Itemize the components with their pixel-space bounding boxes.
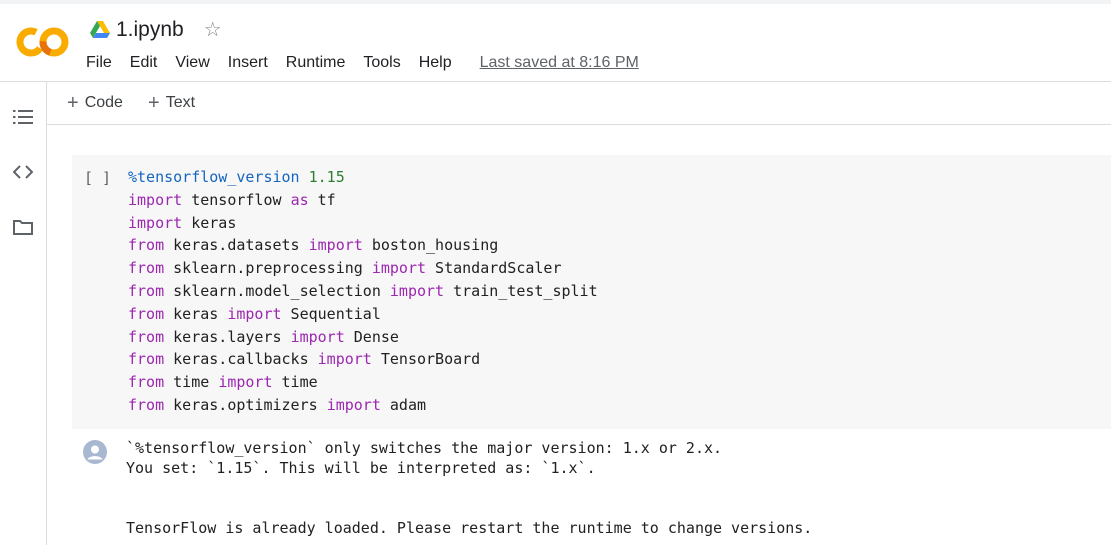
code-token: Sequential: [281, 304, 381, 323]
code-token: time: [164, 373, 219, 392]
code-token: tf: [308, 190, 336, 209]
notebook-title[interactable]: 1.ipynb: [116, 18, 184, 42]
menu-edit[interactable]: Edit: [130, 54, 168, 72]
google-drive-icon[interactable]: [90, 21, 110, 39]
code-token: keras: [182, 213, 237, 232]
code-line: from time import time: [128, 371, 598, 394]
code-line: import keras: [128, 212, 598, 235]
code-line: from keras import Sequential: [128, 303, 598, 326]
menu-insert[interactable]: Insert: [228, 54, 278, 72]
menu-tools[interactable]: Tools: [363, 54, 410, 72]
add-text-label: Text: [165, 94, 196, 111]
colab-logo[interactable]: [16, 26, 70, 58]
output-avatar-icon: [83, 440, 107, 464]
menu-view[interactable]: View: [175, 54, 219, 72]
code-line: from sklearn.model_selection import trai…: [128, 280, 598, 303]
code-token: import: [371, 259, 427, 278]
add-text-button[interactable]: + Text: [148, 93, 195, 113]
code-token: keras.optimizers: [164, 395, 327, 414]
code-line: from keras.datasets import boston_housin…: [128, 234, 598, 257]
code-token: import: [389, 281, 445, 300]
add-code-button[interactable]: + Code: [67, 93, 123, 113]
cell-toolbar: + Code + Text: [47, 82, 1111, 125]
code-token: import: [308, 236, 363, 255]
last-saved-link[interactable]: Last saved at 8:16 PM: [480, 54, 639, 72]
code-token: from: [128, 236, 165, 255]
code-token: import: [326, 395, 381, 414]
code-token: StandardScaler: [426, 259, 562, 278]
code-token: boston_housing: [362, 236, 499, 255]
table-of-contents-icon[interactable]: [11, 105, 35, 129]
menu-file[interactable]: File: [86, 54, 122, 72]
code-token: import: [128, 190, 183, 209]
menu-runtime[interactable]: Runtime: [286, 54, 356, 72]
code-token: from: [128, 373, 165, 392]
code-token: Dense: [344, 327, 399, 346]
code-token: sklearn.preprocessing: [164, 259, 372, 278]
menubar: File Edit View Insert Runtime Tools Help…: [86, 51, 639, 75]
code-editor[interactable]: %tensorflow_version 1.15 import tensorflo…: [128, 166, 598, 417]
code-line: from keras.optimizers import adam: [128, 394, 598, 417]
header: 1.ipynb ☆ File Edit View Insert Runtime …: [0, 4, 1111, 82]
code-token: as: [290, 190, 309, 209]
code-token: sklearn.model_selection: [164, 281, 390, 300]
add-code-label: Code: [84, 94, 123, 111]
code-token: import: [290, 327, 345, 346]
code-token: from: [128, 259, 165, 278]
plus-icon: +: [67, 92, 79, 114]
code-line: from keras.callbacks import TensorBoard: [128, 348, 598, 371]
code-line: from keras.layers import Dense: [128, 326, 598, 349]
code-token: import: [317, 350, 372, 369]
plus-icon: +: [148, 92, 160, 114]
code-line: %tensorflow_version 1.15: [128, 166, 598, 189]
cell-output: `%tensorflow_version` only switches the …: [126, 439, 813, 537]
code-token: keras.callbacks: [164, 350, 318, 369]
code-token: from: [128, 327, 165, 346]
run-cell-button[interactable]: [ ]: [84, 169, 111, 187]
left-rail: [0, 82, 47, 545]
star-icon[interactable]: ☆: [204, 20, 222, 40]
code-token: keras.layers: [164, 327, 291, 346]
code-token: from: [128, 281, 165, 300]
doc-title-row: 1.ipynb ☆: [90, 16, 222, 44]
menu-help[interactable]: Help: [419, 54, 462, 72]
code-token: keras.datasets: [164, 236, 309, 255]
code-token: keras: [164, 304, 228, 323]
code-token: time: [272, 373, 318, 392]
code-line: from sklearn.preprocessing import Standa…: [128, 257, 598, 280]
code-token: from: [128, 304, 165, 323]
folder-icon[interactable]: [11, 215, 35, 239]
code-token: 1.15: [308, 168, 345, 186]
code-token: tensorflow: [182, 190, 291, 209]
code-token: import: [218, 373, 273, 392]
code-snippets-icon[interactable]: [11, 160, 35, 184]
code-token: %tensorflow_version: [128, 168, 300, 186]
code-token: from: [128, 395, 165, 414]
code-token: from: [128, 350, 165, 369]
code-line: import tensorflow as tf: [128, 189, 598, 212]
code-cell[interactable]: [ ] %tensorflow_version 1.15 import tenso…: [72, 155, 1111, 429]
code-token: adam: [380, 395, 427, 414]
code-token: import: [128, 213, 183, 232]
code-token: import: [227, 304, 282, 323]
code-token: train_test_split: [444, 281, 598, 300]
code-token: TensorBoard: [371, 350, 481, 369]
